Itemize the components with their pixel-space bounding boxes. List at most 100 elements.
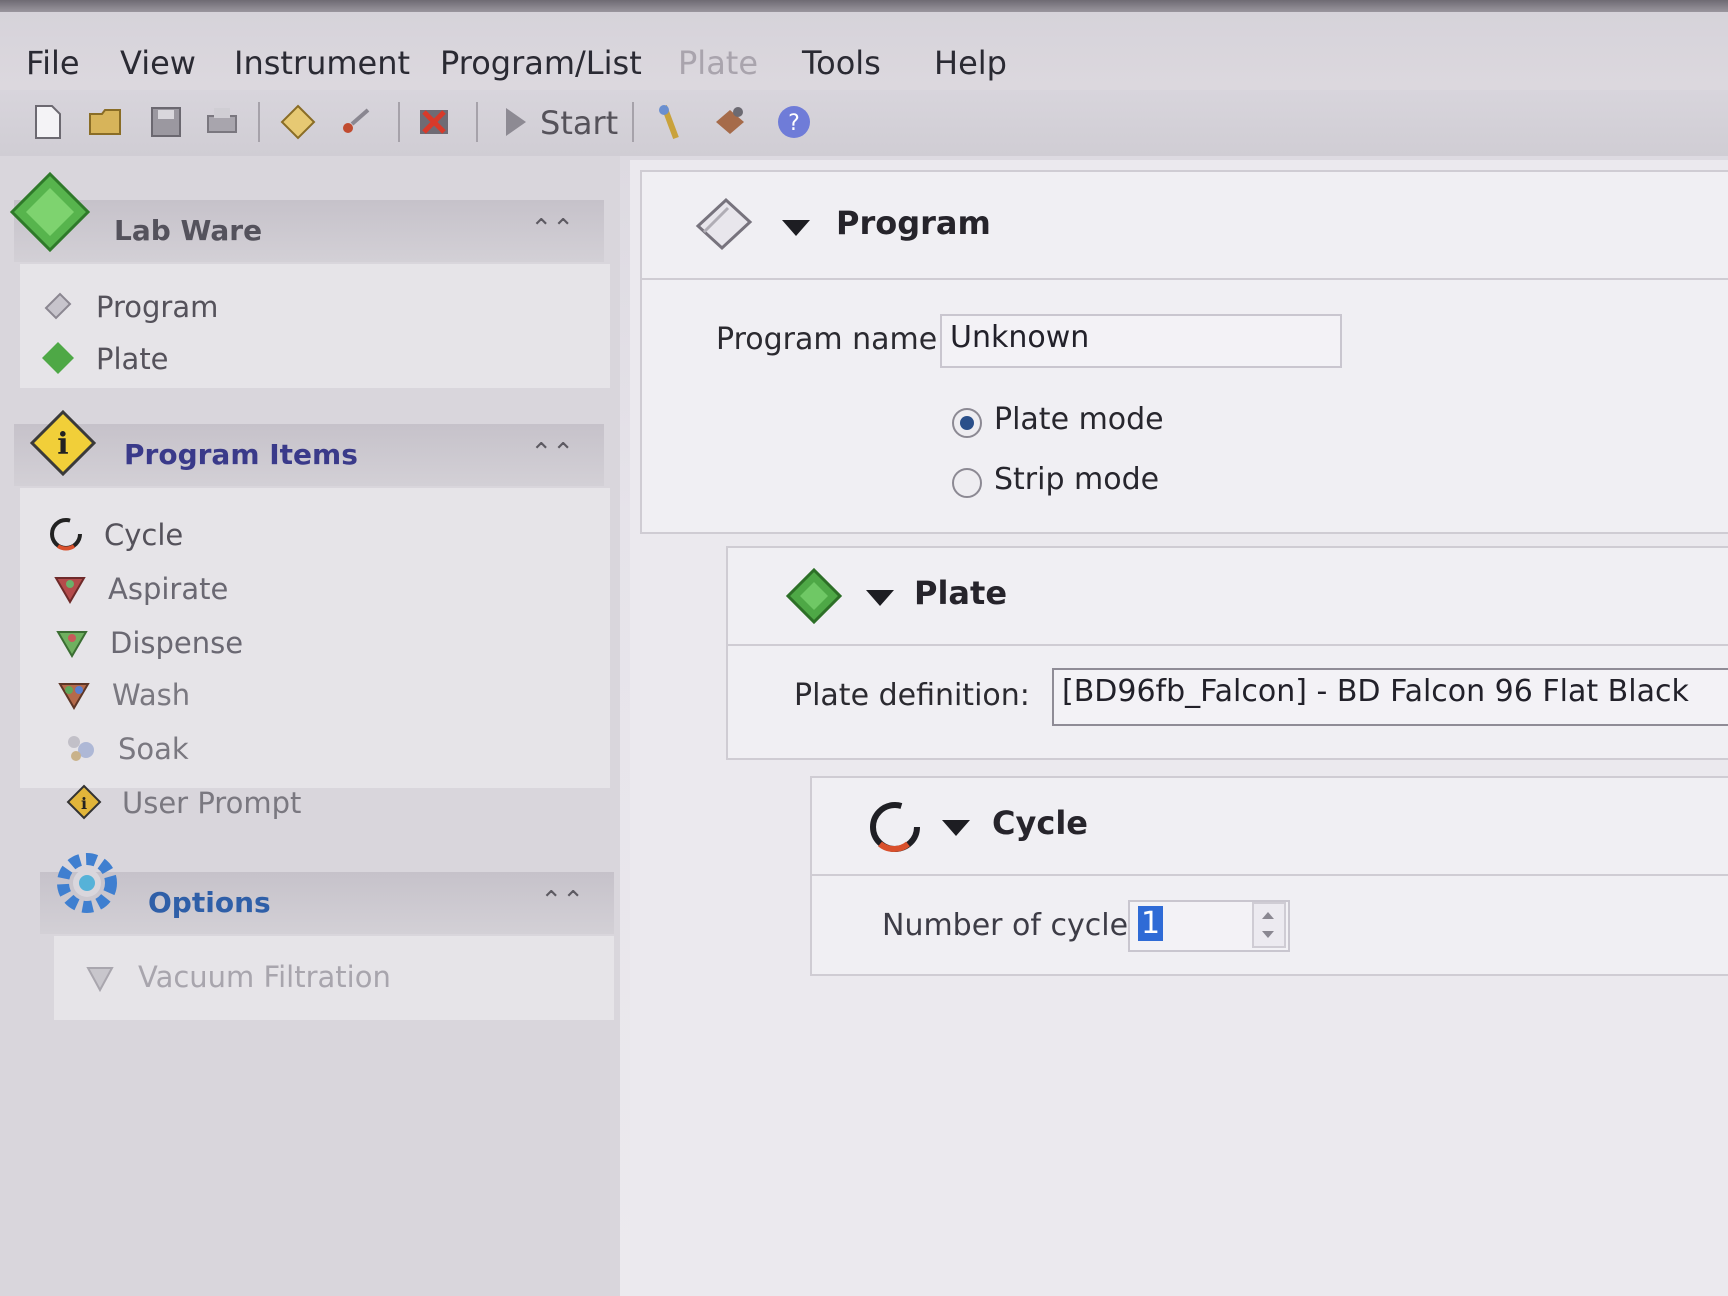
program-items-icon: i xyxy=(29,409,97,477)
sidebar-item-program[interactable]: Program xyxy=(40,286,540,330)
cycle-card-header[interactable]: Cycle xyxy=(812,778,1728,876)
strip-mode-label: Strip mode xyxy=(994,462,1160,497)
menu-help[interactable]: Help xyxy=(934,44,1007,82)
sidebar-item-vacuum-filtration[interactable]: Vacuum Filtration xyxy=(82,956,562,1000)
spin-down-icon[interactable] xyxy=(1262,931,1274,938)
stop-icon[interactable] xyxy=(414,102,454,142)
start-icon[interactable] xyxy=(496,102,536,142)
sidebar-item-label: Dispense xyxy=(110,626,244,660)
open-folder-icon[interactable] xyxy=(86,102,126,142)
toolbar-separator xyxy=(476,102,478,142)
collapse-caret-icon[interactable] xyxy=(942,820,970,836)
collapse-caret-icon[interactable] xyxy=(866,590,894,606)
sidebar-item-plate[interactable]: Plate xyxy=(40,338,540,382)
menu-program-list[interactable]: Program/List xyxy=(440,44,642,82)
options-title: Options xyxy=(148,886,271,919)
program-card: Program Program name Unknown Plate mode … xyxy=(640,170,1728,534)
sidebar-item-wash[interactable]: Wash xyxy=(56,674,556,718)
sidebar-item-label: Soak xyxy=(118,732,189,766)
help-icon[interactable]: ? xyxy=(774,102,814,142)
spin-up-icon[interactable] xyxy=(1262,912,1274,919)
collapse-caret-icon[interactable] xyxy=(782,220,810,236)
plate-definition-field[interactable]: [BD96fb_Falcon] - BD Falcon 96 Flat Blac… xyxy=(1052,668,1728,726)
cycles-value: 1 xyxy=(1138,906,1164,941)
sidebar-item-aspirate[interactable]: Aspirate xyxy=(52,568,552,612)
start-button-label[interactable]: Start xyxy=(540,104,618,142)
tool-icon[interactable] xyxy=(650,102,690,142)
labware-list: Program Plate xyxy=(20,264,610,388)
collapse-chevron-icon[interactable]: ⌃⌃ xyxy=(530,214,574,244)
save-icon[interactable] xyxy=(146,102,186,142)
menu-file[interactable]: File xyxy=(26,44,80,82)
program-items-group-header[interactable]: i Program Items ⌃⌃ xyxy=(14,409,604,486)
aspirate-icon xyxy=(54,577,86,604)
user-prompt-icon: i xyxy=(66,784,102,820)
title-bar xyxy=(0,0,1728,12)
plate-tool-icon[interactable] xyxy=(710,102,750,142)
plate-mode-radio[interactable] xyxy=(952,408,982,438)
menu-plate[interactable]: Plate xyxy=(678,44,758,82)
svg-text:?: ? xyxy=(788,111,800,136)
collapse-chevron-icon[interactable]: ⌃⌃ xyxy=(540,886,584,916)
new-file-icon[interactable] xyxy=(28,102,68,142)
program-card-title: Program xyxy=(836,204,991,242)
dispense-icon xyxy=(56,631,88,658)
gear-icon xyxy=(57,853,117,913)
plate-mode-label: Plate mode xyxy=(994,402,1164,437)
soak-icon xyxy=(68,736,94,761)
app-window: File View Instrument Program/List Plate … xyxy=(0,0,1728,1296)
svg-text:i: i xyxy=(81,794,87,813)
program-card-header[interactable]: Program xyxy=(642,172,1728,280)
number-of-cycles-label: Number of cycles: xyxy=(882,908,1154,943)
connect-icon[interactable] xyxy=(336,102,376,142)
sidebar-item-label: Program xyxy=(96,290,219,324)
program-items-title: Program Items xyxy=(124,438,358,471)
sidebar-item-label: Plate xyxy=(96,342,169,376)
plate-definition-label: Plate definition: xyxy=(794,678,1030,713)
menu-tools[interactable]: Tools xyxy=(802,44,881,82)
cycle-icon xyxy=(50,518,82,551)
menu-bar: File View Instrument Program/List Plate … xyxy=(0,12,1728,102)
sidebar-item-label: User Prompt xyxy=(122,786,302,820)
cycle-icon xyxy=(870,802,920,853)
sidebar-item-cycle[interactable]: Cycle xyxy=(48,514,548,558)
toolbar: Start ? xyxy=(0,90,1728,156)
labware-icon xyxy=(9,171,91,253)
menu-instrument[interactable]: Instrument xyxy=(234,44,410,82)
diamond-icon[interactable] xyxy=(278,102,318,142)
sidebar-item-label: Wash xyxy=(112,678,191,712)
toolbar-separator xyxy=(258,102,260,142)
plate-icon xyxy=(785,567,843,625)
cycle-card-title: Cycle xyxy=(992,804,1088,842)
options-list: Vacuum Filtration xyxy=(54,936,614,1020)
program-icon xyxy=(44,292,72,320)
sidebar-item-label: Aspirate xyxy=(108,572,229,606)
sidebar: Lab Ware ⌃⌃ Program Plate i Program Item… xyxy=(0,156,620,1296)
sidebar-item-user-prompt[interactable]: i User Prompt xyxy=(66,782,566,826)
sidebar-item-soak[interactable]: Soak xyxy=(62,728,562,772)
options-group-header[interactable]: Options ⌃⌃ xyxy=(40,853,614,934)
vacuum-icon xyxy=(86,967,114,993)
plate-card-title: Plate xyxy=(914,574,1008,612)
program-icon xyxy=(695,197,753,251)
sidebar-item-label: Vacuum Filtration xyxy=(138,960,391,994)
program-name-field[interactable]: Unknown xyxy=(940,314,1342,368)
toolbar-separator xyxy=(632,102,634,142)
program-name-label: Program name xyxy=(716,322,938,357)
plate-card: Plate Plate definition: [BD96fb_Falcon] … xyxy=(726,546,1728,760)
cycles-spinner[interactable] xyxy=(1252,902,1286,948)
wash-icon xyxy=(58,683,90,710)
toolbar-separator xyxy=(398,102,400,142)
menu-view[interactable]: View xyxy=(120,44,196,82)
strip-mode-radio[interactable] xyxy=(952,468,982,498)
sidebar-item-label: Cycle xyxy=(104,518,184,552)
labware-group-header[interactable]: Lab Ware ⌃⌃ xyxy=(9,171,604,262)
plate-card-header[interactable]: Plate xyxy=(728,548,1728,646)
program-editor: Program Program name Unknown Plate mode … xyxy=(630,160,1728,1296)
labware-title: Lab Ware xyxy=(114,214,263,247)
collapse-chevron-icon[interactable]: ⌃⌃ xyxy=(530,438,574,468)
sidebar-item-dispense[interactable]: Dispense xyxy=(54,622,554,666)
plate-icon xyxy=(42,342,74,374)
print-icon[interactable] xyxy=(202,102,242,142)
program-items-list: Cycle Aspirate Dispense Wash Soak i User… xyxy=(20,488,610,820)
